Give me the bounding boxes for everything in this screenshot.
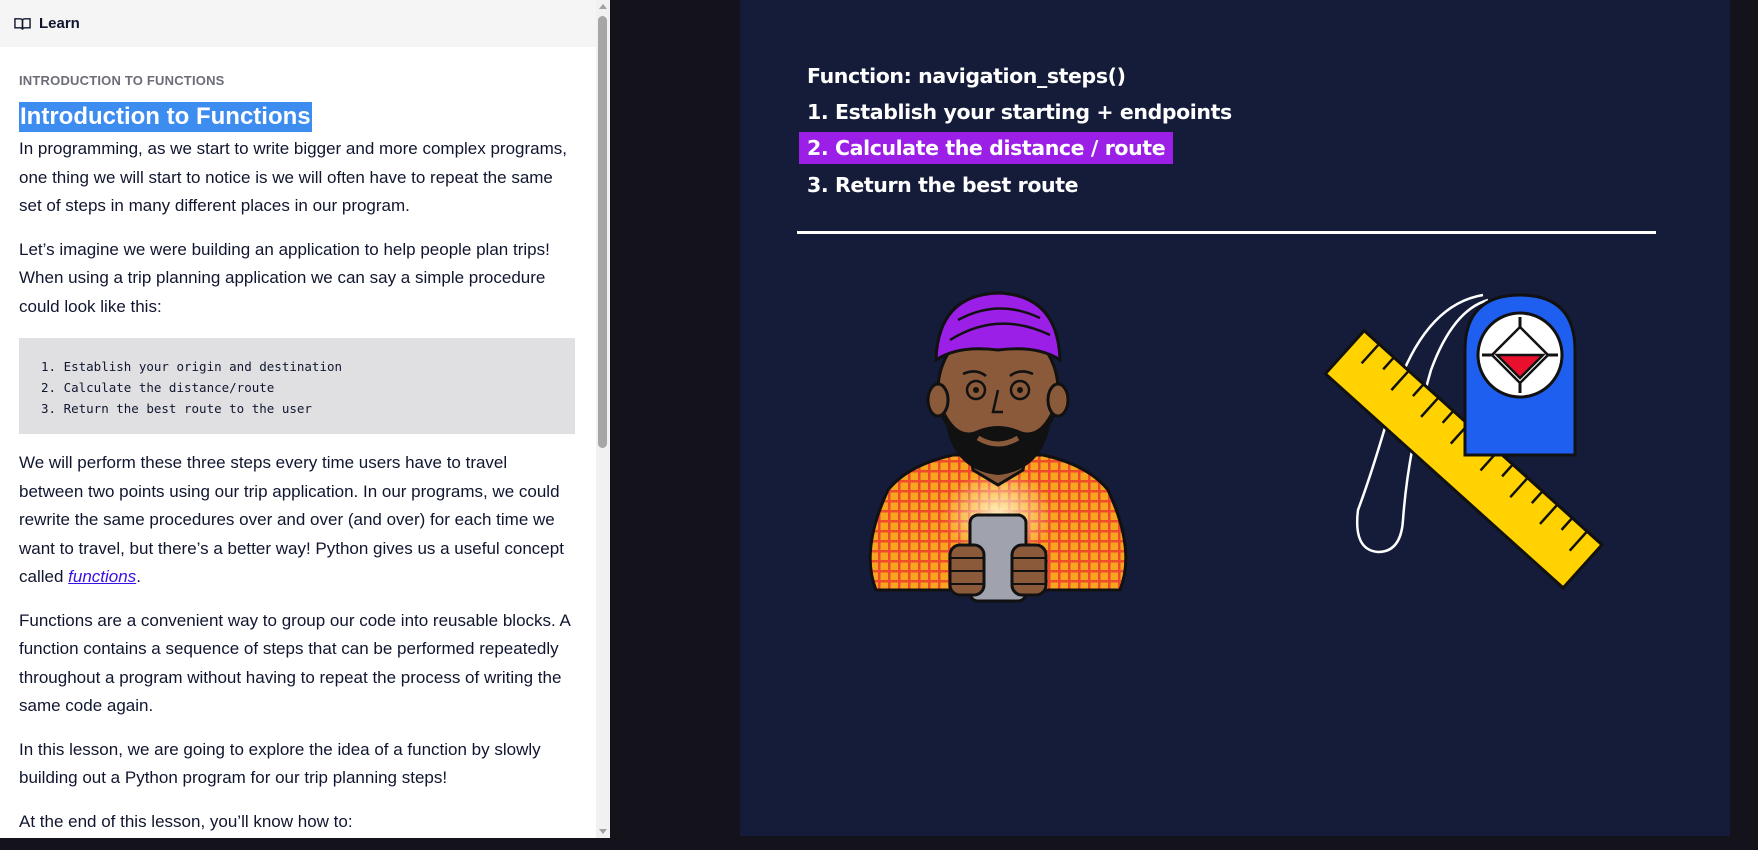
lesson-content: INTRODUCTION TO FUNCTIONS Introduction t… bbox=[19, 47, 575, 836]
scroll-down-arrow-icon[interactable] bbox=[596, 824, 610, 838]
paragraph-steps: We will perform these three steps every … bbox=[19, 449, 575, 592]
code-line: 2. Calculate the distance/route bbox=[41, 380, 275, 395]
lesson-panel: Learn INTRODUCTION TO FUNCTIONS Introduc… bbox=[0, 0, 610, 838]
paragraph-outcomes: At the end of this lesson, you’ll know h… bbox=[19, 811, 353, 831]
scroll-up-arrow-icon[interactable] bbox=[596, 0, 610, 14]
code-line: 3. Return the best route to the user bbox=[41, 401, 312, 416]
code-block: 1. Establish your origin and destination… bbox=[19, 338, 575, 434]
lesson-title: Introduction to Functions bbox=[19, 102, 312, 132]
paragraph-trip: Let’s imagine we were building an applic… bbox=[19, 239, 550, 316]
bottom-bar bbox=[0, 838, 1758, 850]
slide-step-3: 3. Return the best route bbox=[807, 173, 1079, 197]
lesson-kicker: INTRODUCTION TO FUNCTIONS bbox=[19, 73, 225, 88]
learn-label: Learn bbox=[39, 15, 80, 32]
slide-function-title: Function: navigation_steps() bbox=[807, 64, 1126, 88]
slide-step-1: 1. Establish your starting + endpoints bbox=[807, 100, 1232, 124]
person-with-phone-illustration bbox=[868, 291, 1128, 603]
ruler-and-compass-illustration bbox=[1323, 293, 1605, 590]
book-icon bbox=[14, 17, 31, 30]
scroll-thumb[interactable] bbox=[598, 16, 607, 448]
paragraph-intro: In programming, as we start to write big… bbox=[19, 139, 568, 215]
paragraph-steps-end: . bbox=[136, 567, 141, 586]
code-line: 1. Establish your origin and destination bbox=[41, 359, 343, 374]
slide: Function: navigation_steps() 1. Establis… bbox=[740, 0, 1730, 836]
slide-divider bbox=[797, 231, 1656, 234]
learn-header[interactable]: Learn bbox=[0, 0, 596, 47]
paragraph-functions: Functions are a convenient way to group … bbox=[19, 610, 570, 716]
scrollbar[interactable] bbox=[596, 0, 610, 838]
functions-link[interactable]: functions bbox=[68, 567, 136, 586]
slide-step-2-highlighted: 2. Calculate the distance / route bbox=[799, 132, 1174, 164]
paragraph-lesson: In this lesson, we are going to explore … bbox=[19, 739, 541, 788]
presentation-area: Function: navigation_steps() 1. Establis… bbox=[610, 0, 1758, 838]
